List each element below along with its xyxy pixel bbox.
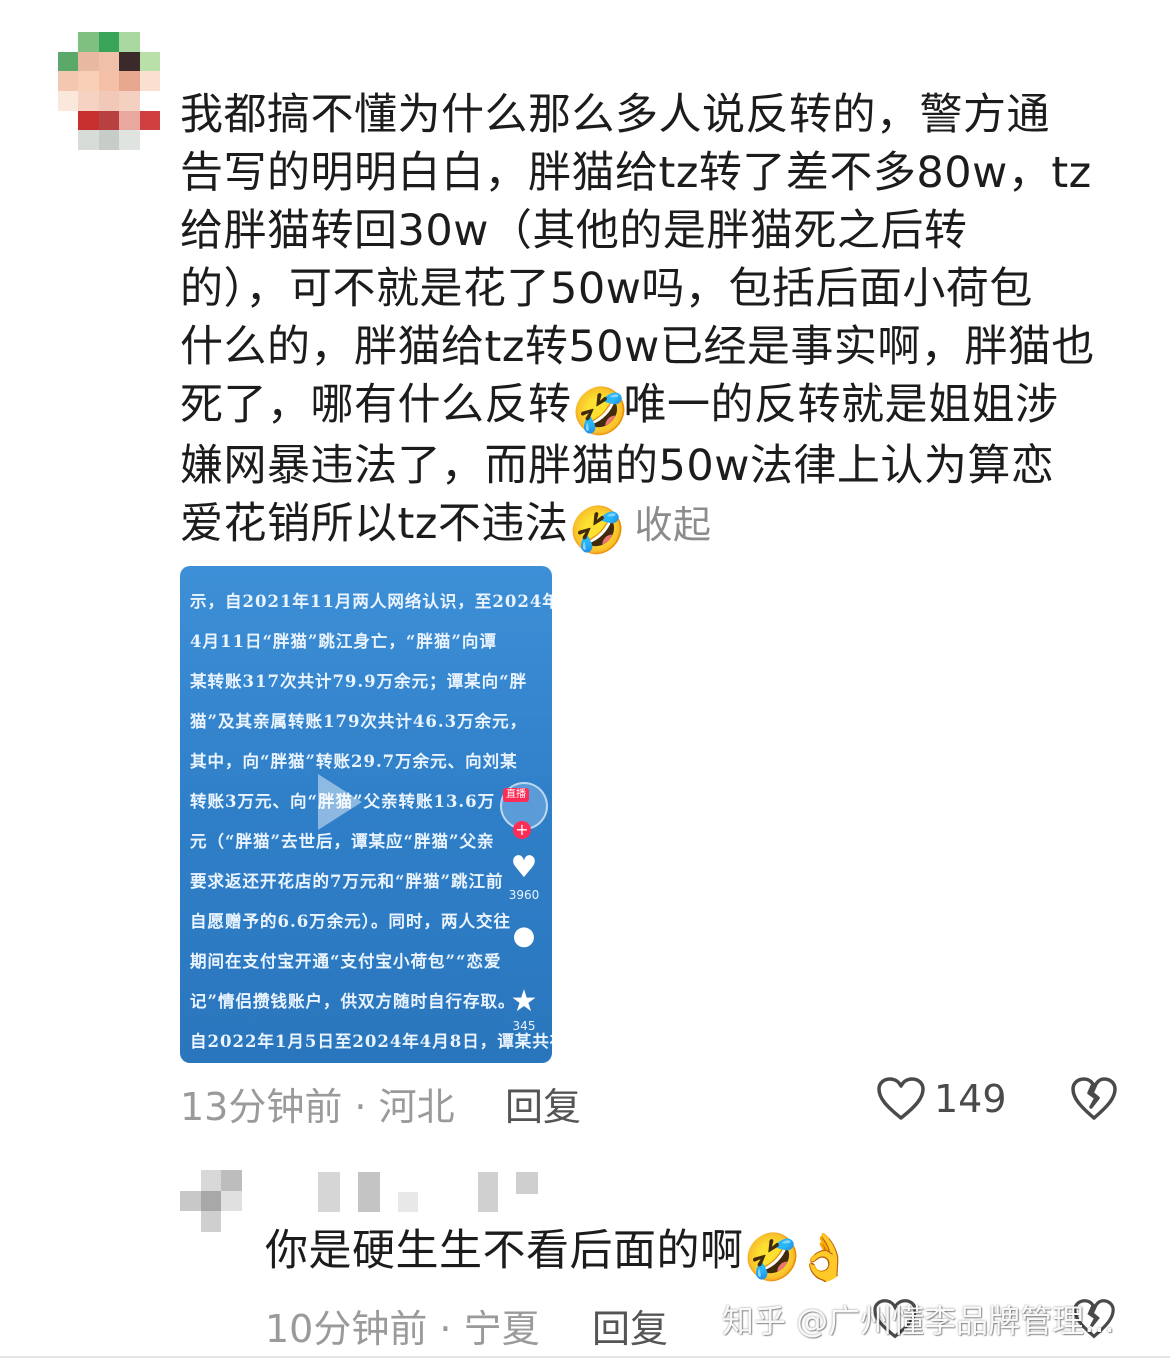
- thumbnail-text-line: 记”情侣攒钱账户，供双方随时自行存取。: [190, 992, 516, 1011]
- star-icon[interactable]: ★: [506, 986, 542, 1018]
- laughing-emoji: 🤣: [571, 384, 630, 438]
- comment-line-text: 爱花销所以tz不违法: [180, 499, 569, 549]
- divider: [0, 1356, 1170, 1358]
- comment-line-text: 唯一的反转就是姐姐涉: [623, 380, 1059, 430]
- laughing-emoji: 🤣: [568, 503, 627, 557]
- laughing-emoji: 🤣: [743, 1230, 802, 1284]
- comment-line: 告写的明明白白，胖猫给tz转了差不多80w，tz: [180, 148, 1092, 198]
- comment-line: 给胖猫转回30w（其他的是胖猫死之后转: [180, 206, 968, 256]
- reply-button[interactable]: 回复: [505, 1076, 581, 1131]
- video-thumbnail[interactable]: 示，自2021年11月两人网络认识，至2024年 4月11日“胖猫”跳江身亡，“…: [180, 566, 552, 1063]
- like-button[interactable]: 149: [876, 1074, 1007, 1124]
- thumbnail-text-line: 其中，向“胖猫”转账29.7万余元、向刘某: [190, 752, 518, 771]
- avatar[interactable]: [58, 32, 160, 150]
- live-badge: 直播: [503, 788, 529, 802]
- comment-bubble-icon[interactable]: ●: [506, 920, 542, 952]
- reply-username-blurred[interactable]: [318, 1172, 538, 1212]
- ok-hand-emoji: 👌: [795, 1230, 854, 1284]
- thumbnail-text-line: 期间在支付宝开通“支付宝小荷包”“恋爱: [190, 952, 502, 971]
- thumbnail-text-line: 自2022年1月5日至2024年4月8日，谭某共存: [190, 1032, 552, 1051]
- comment-body: 我都搞不懂为什么那么多人说反转的，警方通 告写的明明白白，胖猫给tz转了差不多8…: [180, 86, 1130, 556]
- heart-outline-icon: [877, 1077, 925, 1120]
- broken-heart-icon[interactable]: [1070, 1076, 1118, 1122]
- thumbnail-text-line: 要求返还开花店的7万元和“胖猫”跳江前: [190, 872, 504, 891]
- thumbnail-text-line: 示，自2021年11月两人网络认识，至2024年: [190, 592, 552, 611]
- play-icon[interactable]: [318, 774, 362, 830]
- heart-icon[interactable]: ♥: [506, 852, 542, 884]
- comment-line: 死了，哪有什么反转🤣唯一的反转就是姐姐涉: [180, 376, 1130, 437]
- thumbnail-text-line: 某转账317次共计79.9万余元；谭某向“胖: [190, 672, 528, 691]
- video-like-count: 3960: [508, 888, 540, 902]
- comment-line: 爱花销所以tz不违法🤣 收起: [180, 495, 1130, 556]
- thumbnail-text-line: 自愿赠予的6.6万余元）。同时，两人交往: [190, 912, 511, 931]
- comment-line: 嫌网暴违法了，而胖猫的50w法律上认为算恋: [180, 441, 1055, 491]
- zhihu-watermark: 知乎 @广州懂李品牌管理...: [722, 1302, 1115, 1340]
- reply-text: 你是硬生生不看后面的啊: [265, 1226, 744, 1276]
- comment-line: 的），可不就是花了50w吗，包括后面小荷包: [180, 264, 1033, 314]
- like-count: 149: [934, 1077, 1007, 1121]
- thumbnail-text-line: 转账3万元、向“胖猫”父亲转账13.6万: [190, 792, 496, 811]
- collapse-button[interactable]: 收起: [634, 503, 711, 547]
- reply-avatar[interactable]: [180, 1170, 242, 1232]
- thumbnail-text-line: 4月11日“胖猫”跳江身亡，“胖猫”向谭: [190, 632, 497, 651]
- thumbnail-text-line: 猫”及其亲属转账179次共计46.3万余元，: [190, 712, 528, 731]
- follow-plus-icon[interactable]: +: [513, 821, 531, 839]
- reply-time-location: 10分钟前 · 宁夏: [265, 1307, 540, 1351]
- video-star-count: 345: [512, 1019, 536, 1033]
- comment-line: 什么的，胖猫给tz转50w已经是事实啊，胖猫也: [180, 322, 1095, 372]
- comment-line: 我都搞不懂为什么那么多人说反转的，警方通: [180, 90, 1050, 140]
- reply-reply-button[interactable]: 回复: [592, 1298, 668, 1353]
- reply-body: 你是硬生生不看后面的啊🤣👌: [265, 1222, 854, 1284]
- thumbnail-text-line: 元（“胖猫”去世后，谭某应“胖猫”父亲: [190, 832, 495, 851]
- comment-time-location: 13分钟前 · 河北: [180, 1085, 455, 1129]
- comment-line-text: 死了，哪有什么反转: [180, 380, 572, 430]
